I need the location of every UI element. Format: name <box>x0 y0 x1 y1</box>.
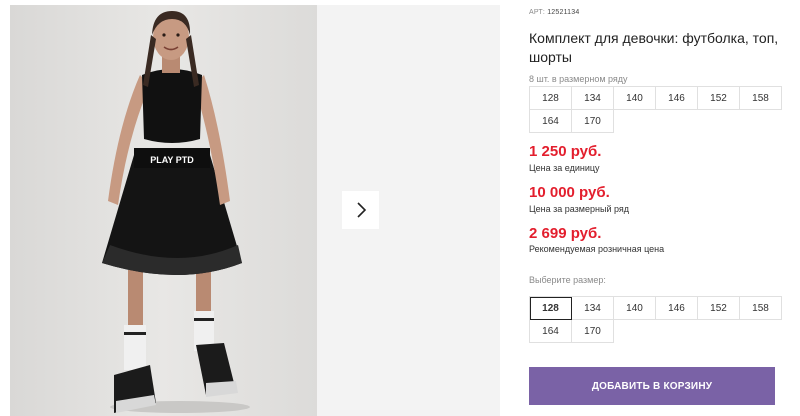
size-row-cell: 140 <box>614 87 656 110</box>
size-row-cell: 170 <box>572 110 614 133</box>
sku-value: 12521134 <box>547 9 580 16</box>
skirt-logo-text: PLAY PTD <box>150 155 194 165</box>
size-row-cell: 158 <box>740 87 782 110</box>
size-row-cell: 134 <box>572 87 614 110</box>
chevron-right-icon <box>356 202 366 218</box>
size-option-158[interactable]: 158 <box>740 297 782 320</box>
row-price: 10 000 руб. <box>529 184 610 201</box>
unit-price: 1 250 руб. <box>529 143 602 160</box>
retail-price-label: Рекомендуемая розничная цена <box>529 244 665 254</box>
size-option-134[interactable]: 134 <box>572 297 614 320</box>
size-option-140[interactable]: 140 <box>614 297 656 320</box>
product-gallery: PLAY PTD <box>0 0 500 416</box>
size-selector: 128 134 140 146 152 158 164 170 <box>529 296 782 343</box>
size-row-grid: 128 134 140 146 152 158 164 170 <box>529 86 782 133</box>
next-image-button[interactable] <box>342 191 379 229</box>
sku-label: АРТ: <box>529 9 546 16</box>
size-option-146[interactable]: 146 <box>656 297 698 320</box>
size-row-cell: 164 <box>530 110 572 133</box>
sku: АРТ: 12521134 <box>529 9 579 16</box>
product-photo: PLAY PTD <box>10 5 317 416</box>
size-option-152[interactable]: 152 <box>698 297 740 320</box>
size-row-cell: 146 <box>656 87 698 110</box>
girl-illustration: PLAY PTD <box>102 11 250 413</box>
add-to-cart-button[interactable]: ДОБАВИТЬ В КОРЗИНУ <box>529 367 775 405</box>
unit-price-label: Цена за единицу <box>529 163 600 173</box>
retail-price: 2 699 руб. <box>529 225 602 242</box>
size-row-cell: 152 <box>698 87 740 110</box>
product-title: Комплект для девочки: футболка, топ, шор… <box>529 30 779 65</box>
size-option-128[interactable]: 128 <box>530 297 572 320</box>
row-price-label: Цена за размерный ряд <box>529 204 630 214</box>
size-option-164[interactable]: 164 <box>530 320 572 343</box>
size-row-note: 8 шт. в размерном ряду <box>529 74 628 84</box>
choose-size-label: Выберите размер: <box>529 275 606 285</box>
size-option-170[interactable]: 170 <box>572 320 614 343</box>
size-row-cell: 128 <box>530 87 572 110</box>
